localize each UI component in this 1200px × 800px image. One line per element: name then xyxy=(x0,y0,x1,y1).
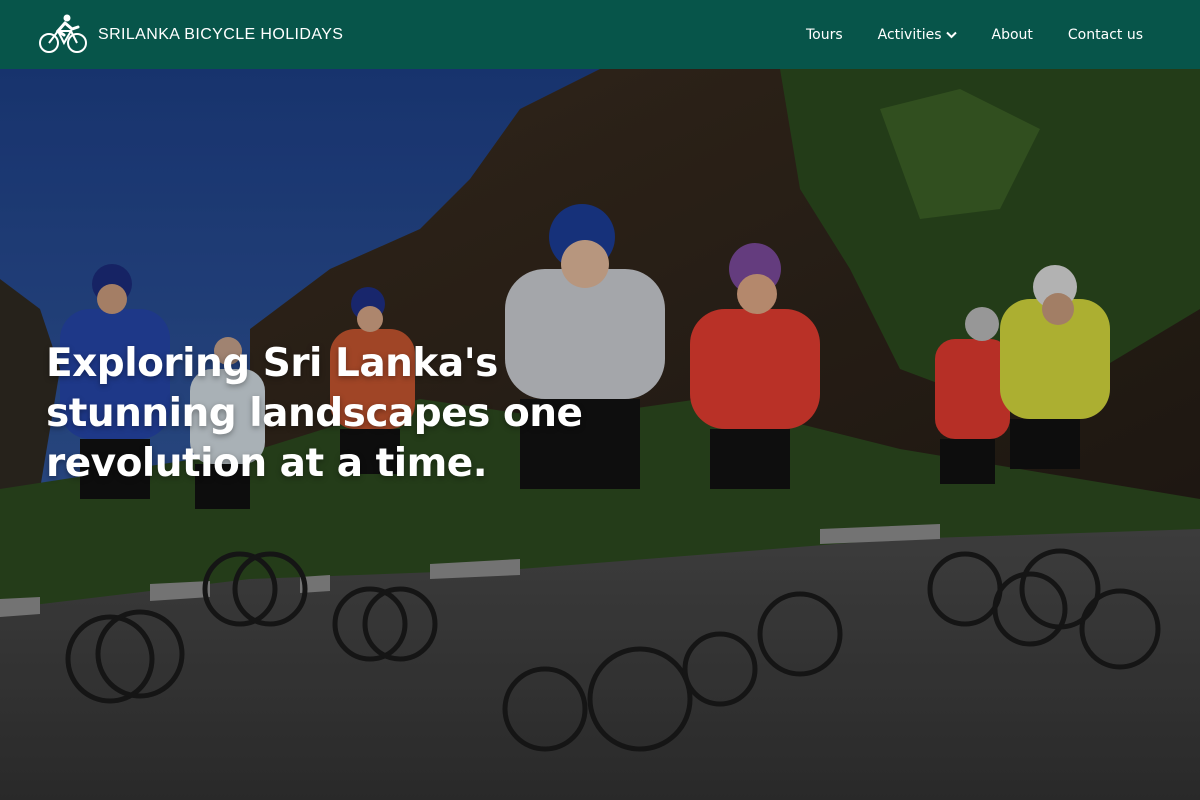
brand-name: SRILANKA BICYCLE HOLIDAYS xyxy=(98,25,344,43)
hero-headline: Exploring Sri Lanka's stunning landscape… xyxy=(46,341,583,486)
site-header: SRILANKA BICYCLE HOLIDAYS Tours Activiti… xyxy=(0,0,1200,69)
nav-tours[interactable]: Tours xyxy=(806,27,843,43)
brand-logo-link[interactable]: SRILANKA BICYCLE HOLIDAYS xyxy=(38,13,343,57)
main-nav: Tours Activities About Contact us xyxy=(771,27,1143,43)
nav-about[interactable]: About xyxy=(992,27,1033,43)
chevron-down-icon xyxy=(945,31,957,38)
nav-contact[interactable]: Contact us xyxy=(1068,27,1143,43)
cyclist-logo-icon xyxy=(39,14,87,53)
hero-section: Exploring Sri Lanka's stunning landscape… xyxy=(0,69,1200,800)
nav-activities-label: Activities xyxy=(877,26,942,43)
nav-activities[interactable]: Activities xyxy=(878,27,957,43)
